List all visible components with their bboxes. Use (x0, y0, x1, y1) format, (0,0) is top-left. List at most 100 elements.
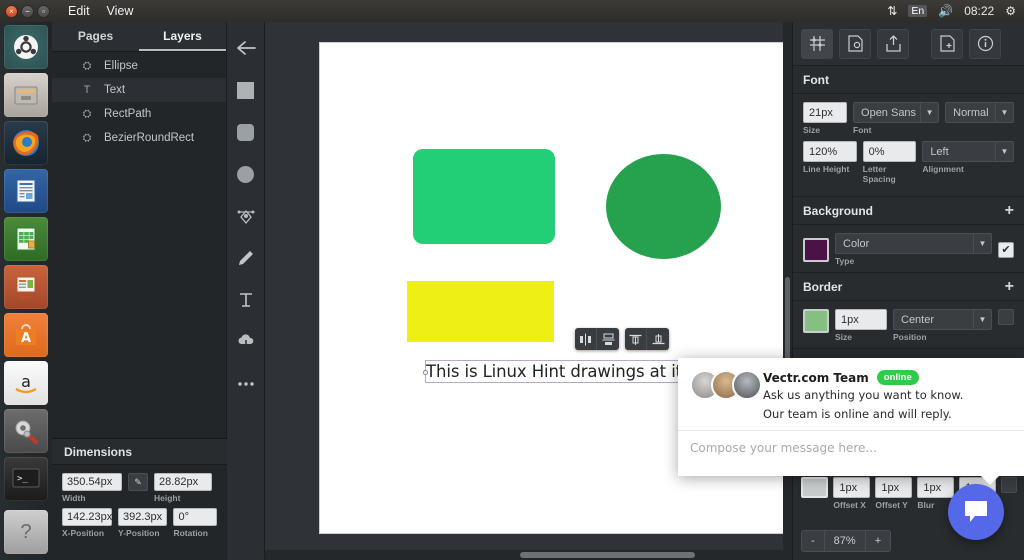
unity-launcher: A a >_ ? (0, 22, 52, 560)
link-ratio-icon[interactable]: ✎ (128, 473, 148, 491)
align-group-horizontal (575, 328, 619, 350)
document-settings-icon[interactable] (839, 29, 871, 59)
border-section-body: 1px Size Center ▼ Position ✔ (793, 301, 1024, 349)
canvas-area[interactable]: This is Linux Hint drawings at its best (265, 22, 792, 560)
shape-ellipse[interactable] (606, 154, 721, 259)
border-enabled-checkbox[interactable]: ✔ (998, 309, 1014, 325)
background-enabled-checkbox[interactable]: ✔ (998, 242, 1014, 258)
border-position-select[interactable]: Center ▼ (893, 309, 992, 330)
launcher-item-firefox[interactable] (4, 121, 48, 165)
rounded-rectangle-tool-icon[interactable] (232, 118, 260, 146)
text-alignment-select[interactable]: Left ▼ (922, 141, 1014, 162)
font-size-input[interactable]: 21px (803, 102, 847, 123)
pencil-tool-icon[interactable] (232, 244, 260, 272)
gear-icon[interactable]: ⚙ (1005, 5, 1016, 17)
shadow-color-swatch[interactable] (801, 477, 828, 498)
layer-row-text[interactable]: T Text (52, 78, 226, 102)
distribute-horizontal-icon[interactable] (597, 328, 619, 350)
launcher-item-amazon[interactable]: a (4, 361, 48, 405)
chat-avatars (690, 370, 753, 422)
layer-row-rectpath[interactable]: ⛭ RectPath (52, 102, 226, 126)
shape-rounded-rect[interactable] (413, 149, 555, 244)
align-vertical-bottom-icon[interactable] (647, 328, 669, 350)
rotation-input[interactable]: 0° (173, 508, 217, 526)
volume-icon[interactable]: 🔊 (938, 5, 953, 17)
chat-compose-input[interactable]: Compose your message here... (678, 430, 1024, 465)
window-maximize-button[interactable]: ▫ (37, 5, 50, 18)
chevron-down-icon: ▼ (973, 234, 991, 253)
menu-item-edit[interactable]: Edit (68, 4, 90, 18)
launcher-item-libreoffice-calc[interactable] (4, 217, 48, 261)
export-icon[interactable] (877, 29, 909, 59)
chevron-down-icon: ▼ (995, 142, 1013, 161)
layer-row-bezierroundrect[interactable]: ⛭ BezierRoundRect (52, 126, 226, 150)
height-label: Height (154, 493, 212, 503)
background-color-swatch[interactable] (803, 238, 829, 262)
new-document-icon[interactable] (931, 29, 963, 59)
add-background-button[interactable]: + (1005, 203, 1014, 219)
zoom-in-button[interactable]: + (866, 531, 890, 551)
horizontal-scroll-thumb[interactable] (520, 552, 695, 558)
line-height-input[interactable]: 120% (803, 141, 857, 162)
font-weight-select[interactable]: Normal ▼ (945, 102, 1014, 123)
launcher-item-libreoffice-writer[interactable] (4, 169, 48, 213)
grid-settings-icon[interactable] (801, 29, 833, 59)
canvas-horizontal-scrollbar[interactable] (265, 550, 792, 560)
y-position-input[interactable]: 392.3px (118, 508, 167, 526)
launcher-item-software-center[interactable]: A (4, 313, 48, 357)
canvas-text-object[interactable]: This is Linux Hint drawings at its best (425, 360, 695, 383)
shape-yellow-rect[interactable] (407, 281, 554, 342)
height-input[interactable]: 28.82px (154, 473, 212, 491)
shadow-enabled-checkbox[interactable]: ✔ (1001, 477, 1017, 493)
launcher-item-terminal[interactable]: >_ (4, 457, 48, 501)
clock[interactable]: 08:22 (964, 4, 994, 18)
pen-tool-icon[interactable] (232, 202, 260, 230)
width-input[interactable]: 350.54px (62, 473, 122, 491)
window-close-button[interactable]: × (5, 5, 18, 18)
layer-list: ⛭ Ellipse T Text ⛭ RectPath ⛭ BezierRoun… (52, 52, 226, 150)
shadow-blur-input[interactable]: 1px (917, 477, 954, 498)
launcher-item-libreoffice-impress[interactable] (4, 265, 48, 309)
avatar (732, 370, 762, 400)
launcher-item-ubuntu-dash[interactable] (4, 25, 48, 69)
tab-layers[interactable]: Layers (139, 22, 226, 51)
add-border-button[interactable]: + (1005, 279, 1014, 295)
layer-row-ellipse[interactable]: ⛭ Ellipse (52, 54, 226, 78)
import-tool-icon[interactable] (232, 328, 260, 356)
svg-text:A: A (21, 331, 31, 346)
tool-rail (227, 22, 265, 560)
ellipse-tool-icon[interactable] (232, 160, 260, 188)
keyboard-layout-indicator[interactable]: En (908, 5, 927, 17)
svg-text:>_: >_ (17, 474, 28, 484)
launcher-item-system-settings[interactable] (4, 409, 48, 453)
letter-spacing-input[interactable]: 0% (863, 141, 917, 162)
font-family-select[interactable]: Open Sans ▼ (853, 102, 939, 123)
selection-handle-left[interactable] (423, 370, 428, 375)
text-tool-icon[interactable] (232, 286, 260, 314)
chevron-down-icon: ▼ (920, 103, 938, 122)
window-minimize-button[interactable]: − (21, 5, 34, 18)
launcher-item-files[interactable] (4, 73, 48, 117)
zoom-value[interactable]: 87% (825, 531, 866, 551)
launcher-item-trash[interactable]: ? (4, 510, 48, 554)
tab-pages[interactable]: Pages (52, 22, 139, 51)
menu-item-view[interactable]: View (107, 4, 134, 18)
font-section-body: 21px Size Open Sans ▼ Font Normal ▼ (793, 94, 1024, 197)
network-updown-icon[interactable]: ⇅ (887, 5, 897, 17)
border-size-input[interactable]: 1px (835, 309, 887, 330)
shadow-offset-x-input[interactable]: 1px (833, 477, 870, 498)
shadow-offset-y-input[interactable]: 1px (875, 477, 912, 498)
rectangle-tool-icon[interactable] (232, 76, 260, 104)
info-icon[interactable] (969, 29, 1001, 59)
more-tools-icon[interactable] (232, 370, 260, 398)
align-horizontal-center-icon[interactable] (575, 328, 597, 350)
border-color-swatch[interactable] (803, 309, 829, 333)
floating-align-toolbar (575, 328, 669, 350)
back-arrow-icon[interactable] (232, 34, 260, 62)
chat-bubble-button[interactable] (948, 484, 1004, 540)
background-type-select[interactable]: Color ▼ (835, 233, 992, 254)
align-vertical-top-icon[interactable] (625, 328, 647, 350)
window-controls: × − ▫ (0, 5, 50, 18)
zoom-out-button[interactable]: - (802, 531, 825, 551)
x-position-input[interactable]: 142.23px (62, 508, 112, 526)
